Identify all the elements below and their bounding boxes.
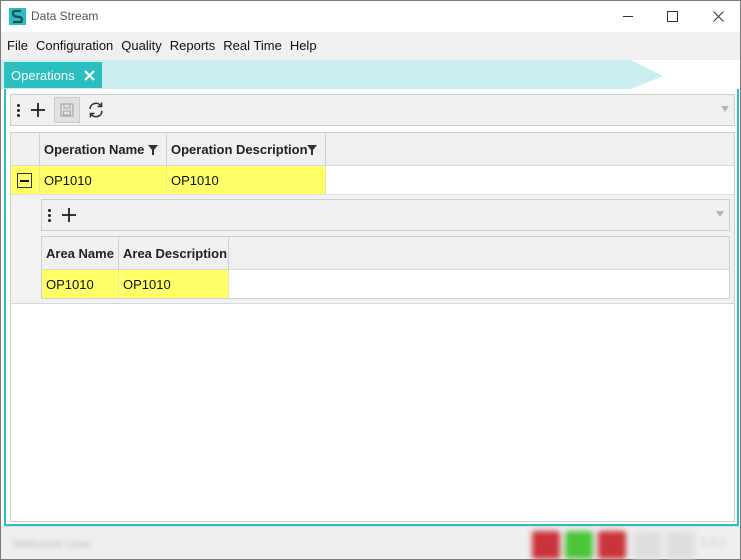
tab-close-button[interactable] <box>83 69 96 82</box>
status-indicator-red <box>532 531 560 559</box>
save-button[interactable] <box>54 97 80 123</box>
column-header-area-description[interactable]: Area Description <box>119 237 229 269</box>
maximize-icon <box>666 11 678 22</box>
table-row[interactable]: OP1010 OP1010 <box>11 166 326 194</box>
menu-file[interactable]: File <box>3 32 32 60</box>
filter-icon[interactable] <box>307 145 317 155</box>
status-indicator-grey <box>633 531 661 559</box>
toolbar-handle-icon[interactable] <box>11 103 25 117</box>
operations-grid-header: Operation Name Operation Description <box>11 133 734 166</box>
column-header-label: Area Description <box>123 245 228 261</box>
maximize-button[interactable] <box>649 1 695 32</box>
minimize-button[interactable] <box>605 1 651 32</box>
window-title: Data Stream <box>31 9 99 23</box>
title-bar: Data Stream <box>1 1 740 32</box>
column-header-operation-description[interactable]: Operation Description <box>167 133 326 165</box>
status-indicator-red <box>598 531 626 559</box>
toolbar-handle-icon[interactable] <box>42 208 56 222</box>
areas-toolbar <box>41 199 730 231</box>
toolbar-overflow-icon[interactable] <box>721 106 729 112</box>
collapse-row-button[interactable] <box>17 173 32 188</box>
expander-cell <box>11 166 40 194</box>
table-row[interactable]: OP1010 OP1010 <box>42 270 229 298</box>
close-window-button[interactable] <box>695 1 741 32</box>
menu-bar: File Configuration Quality Reports Real … <box>1 32 740 60</box>
operations-toolbar <box>10 94 735 126</box>
area-name-cell[interactable]: OP1010 <box>42 270 119 298</box>
app-window: Data Stream File Configuration Quality R… <box>0 0 741 560</box>
menu-configuration[interactable]: Configuration <box>32 32 117 60</box>
column-header-operation-name[interactable]: Operation Name <box>40 133 167 165</box>
areas-grid: Area Name Area Description OP1010 OP1010 <box>41 236 730 299</box>
plus-icon <box>62 208 76 222</box>
area-description-cell[interactable]: OP1010 <box>119 270 229 298</box>
operation-description-cell[interactable]: OP1010 <box>167 166 326 194</box>
status-indicator-green <box>565 531 593 559</box>
app-logo-icon <box>9 8 26 25</box>
menu-real-time[interactable]: Real Time <box>219 32 286 60</box>
add-operation-button[interactable] <box>25 97 51 123</box>
tab-strip: Operations <box>1 60 740 89</box>
areas-grid-header: Area Name Area Description <box>42 237 729 270</box>
refresh-icon <box>89 102 103 118</box>
operations-grid: Operation Name Operation Description OP1… <box>10 132 735 522</box>
filter-icon[interactable] <box>148 145 158 155</box>
refresh-button[interactable] <box>83 97 109 123</box>
menu-quality[interactable]: Quality <box>117 32 165 60</box>
column-header-area-name[interactable]: Area Name <box>42 237 119 269</box>
plus-icon <box>31 103 45 117</box>
status-bar: Welcome User 1.0.0 <box>1 526 740 559</box>
close-icon <box>83 69 95 81</box>
toolbar-overflow-icon[interactable] <box>716 211 724 217</box>
add-area-button[interactable] <box>56 202 82 228</box>
column-header-label: Operation Name <box>44 141 145 157</box>
tab-operations[interactable]: Operations <box>4 62 102 88</box>
operations-panel: Operation Name Operation Description OP1… <box>4 89 739 526</box>
detail-panel: Area Name Area Description OP1010 OP1010 <box>11 194 734 304</box>
expander-column-header <box>11 133 40 165</box>
version-text: 1.0.0 <box>701 537 726 549</box>
column-header-label: Operation Description <box>171 141 308 157</box>
operation-name-cell[interactable]: OP1010 <box>40 166 167 194</box>
menu-help[interactable]: Help <box>286 32 321 60</box>
close-icon <box>712 11 724 22</box>
save-icon <box>60 103 74 117</box>
column-header-label: Area Name <box>46 245 114 261</box>
minimize-icon <box>622 16 633 17</box>
status-indicator-grey <box>667 531 695 559</box>
menu-reports[interactable]: Reports <box>166 32 220 60</box>
minus-icon <box>20 179 29 182</box>
tab-operations-label: Operations <box>11 67 75 83</box>
status-text: Welcome User <box>13 537 92 551</box>
